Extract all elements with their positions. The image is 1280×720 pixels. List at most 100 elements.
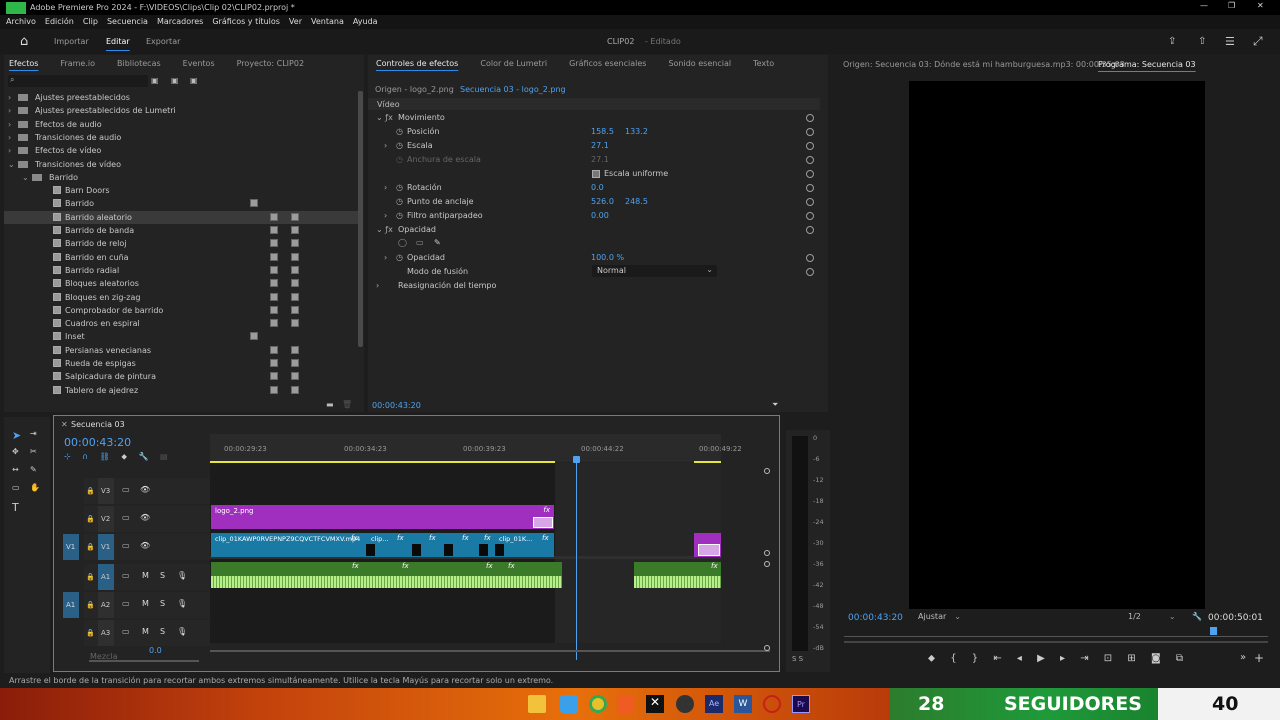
menu-item-1[interactable]: Edición (45, 17, 74, 26)
menu-item-0[interactable]: Archivo (6, 17, 36, 26)
sync-lock-icon[interactable]: ▭ (122, 485, 130, 494)
zoom-scrollbar[interactable] (844, 641, 1268, 643)
sequence-clip-label[interactable]: Secuencia 03 - logo_2.png (460, 85, 566, 94)
chevron-right-icon[interactable]: › (8, 118, 11, 131)
playhead-marker[interactable] (1210, 627, 1217, 635)
scroll-handle-icon[interactable] (764, 645, 770, 651)
add-marker-icon[interactable]: ⬥ (121, 452, 127, 461)
effects-tree-item[interactable]: Barrido en cuña (4, 251, 358, 264)
tab-lumetri[interactable]: Color de Lumetri (480, 59, 547, 68)
playhead-line[interactable] (576, 463, 577, 660)
tab-events[interactable]: Eventos (183, 59, 215, 68)
microphone-icon[interactable]: 🎙 (177, 571, 187, 580)
menu-item-3[interactable]: Secuencia (107, 17, 148, 26)
file-explorer-icon[interactable] (528, 695, 546, 713)
menu-item-2[interactable]: Clip (83, 17, 98, 26)
resolution-select[interactable]: 1/2 ⌄ (1128, 612, 1184, 624)
lock-icon[interactable]: 🔒 (86, 629, 95, 637)
ripple-tool-icon[interactable]: ✥ (12, 447, 19, 456)
tab-frameio[interactable]: Frame.io (60, 59, 95, 68)
overwrite-icon[interactable]: ⊞ (1127, 653, 1135, 664)
lock-icon[interactable]: 🔒 (86, 543, 95, 551)
blend-mode-select[interactable]: Normal ⌄ (592, 265, 717, 277)
go-to-out-icon[interactable]: ⇥ (1080, 653, 1088, 664)
more-controls-icon[interactable]: » (1240, 652, 1246, 663)
tab-libraries[interactable]: Bibliotecas (117, 59, 161, 68)
reset-parameter-icon[interactable] (806, 212, 814, 220)
workspaces-menu-icon[interactable]: ☰ (1225, 35, 1235, 48)
effects-tree-item[interactable]: Inset (4, 330, 358, 343)
stopwatch-icon[interactable]: ◷ (396, 182, 403, 194)
fx-badge-icon[interactable]: fx (542, 534, 549, 542)
home-icon[interactable]: ⌂ (20, 34, 28, 49)
clip-audio-end[interactable] (634, 562, 721, 588)
reset-parameter-icon[interactable] (806, 170, 814, 178)
compare-icon[interactable]: ⧉ (1176, 653, 1183, 664)
slip-tool-icon[interactable]: ↔ (12, 465, 19, 474)
fx-badge-icon[interactable]: fx (351, 534, 358, 542)
track-header[interactable]: 🔒 A1 ▭ M S 🎙 (84, 564, 210, 590)
timeline-timecode[interactable]: 00:00:43:20 (64, 436, 131, 449)
eye-icon[interactable]: 👁 (140, 541, 150, 550)
hand-tool-icon[interactable]: ✋ (30, 483, 40, 492)
chevron-down-icon[interactable]: ⌄ (22, 171, 29, 184)
fx-badge-icon[interactable]: fx (486, 562, 493, 570)
expand-arrow-icon[interactable]: › (384, 252, 387, 264)
stopwatch-icon[interactable]: ◷ (396, 126, 403, 138)
track-header[interactable]: 🔒 V2 ▭ 👁 (84, 506, 210, 532)
mix-value[interactable]: 0.0 (149, 646, 162, 655)
effects-tree-item[interactable]: Barrido de reloj (4, 237, 358, 250)
chevron-right-icon[interactable]: › (8, 131, 11, 144)
transition-block[interactable] (698, 544, 720, 556)
lock-icon[interactable]: 🔒 (86, 601, 95, 609)
track-header[interactable]: 🔒 A2 ▭ M S 🎙 (84, 592, 210, 618)
lock-icon[interactable]: 🔒 (86, 487, 95, 495)
position-y-value[interactable]: 133.2 (625, 126, 648, 138)
effect-controls-timecode[interactable]: 00:00:43:20 (372, 400, 421, 412)
audition-icon[interactable]: Ae (705, 695, 723, 713)
sync-lock-icon[interactable]: ▭ (122, 627, 130, 636)
effects-tree-item[interactable]: Rueda de espigas (4, 357, 358, 370)
tab-essential-graphics[interactable]: Gráficos esenciales (569, 59, 646, 68)
expand-arrow-icon[interactable]: › (384, 140, 387, 152)
export-frame-icon[interactable]: ◙ (1151, 653, 1161, 664)
source-monitor-tab[interactable]: Origen: Secuencia 03: Dónde está mi hamb… (843, 60, 1125, 69)
fullscreen-icon[interactable]: ⤢ (1253, 34, 1263, 49)
linked-selection-icon[interactable]: ⛓ (100, 452, 110, 461)
app-icon[interactable] (676, 695, 694, 713)
tab-text[interactable]: Texto (753, 59, 774, 68)
stopwatch-icon[interactable]: ◷ (396, 196, 403, 208)
effects-tree-item[interactable]: › Ajustes preestablecidos (4, 91, 358, 104)
track-header[interactable]: 🔒 V3 ▭ 👁 (84, 478, 210, 504)
scroll-handle-icon[interactable] (764, 561, 770, 567)
lock-icon[interactable]: 🔒 (86, 515, 95, 523)
fx-badge-icon[interactable]: fx (402, 562, 409, 570)
expand-arrow-icon[interactable]: ⌄ ƒx (376, 112, 393, 124)
effects-tree-item[interactable]: › Transiciones de audio (4, 131, 358, 144)
anchor-x-value[interactable]: 526.0 (591, 196, 614, 208)
sync-lock-icon[interactable]: ▭ (122, 513, 130, 522)
mark-out-icon[interactable]: } (972, 653, 978, 664)
effects-tree-item[interactable]: Barn Doors (4, 184, 358, 197)
effects-tree-item[interactable]: Cuadros en espiral (4, 317, 358, 330)
sync-lock-icon[interactable]: ▭ (122, 571, 130, 580)
32bit-filter-icon[interactable]: ▣ (171, 76, 179, 85)
reset-parameter-icon[interactable] (806, 128, 814, 136)
workspace-export[interactable]: Exportar (146, 37, 180, 46)
effects-tree-item[interactable]: Barrido radial (4, 264, 358, 277)
step-forward-icon[interactable]: ▸ (1060, 653, 1065, 664)
new-bin-icon[interactable]: ▬ (326, 400, 334, 409)
effects-tree-item[interactable]: ⌄ Barrido (4, 171, 358, 184)
solo-icon[interactable]: S (160, 599, 165, 608)
source-patch-a1[interactable]: A1 (63, 592, 79, 618)
expand-arrow-icon[interactable]: ⌄ ƒx (376, 224, 393, 236)
chevron-right-icon[interactable]: › (8, 144, 11, 157)
pen-mask-icon[interactable]: ✎ (434, 237, 441, 249)
solo-buttons[interactable]: S S (792, 655, 803, 663)
stopwatch-icon[interactable]: ◷ (396, 252, 403, 264)
capcut-icon[interactable]: ✕ (646, 695, 664, 713)
fx-badge-icon[interactable]: fx (352, 562, 359, 570)
minimize-icon[interactable]: — (1200, 1, 1208, 10)
sync-lock-icon[interactable]: ▭ (122, 541, 130, 550)
accelerated-filter-icon[interactable]: ▣ (151, 76, 159, 85)
